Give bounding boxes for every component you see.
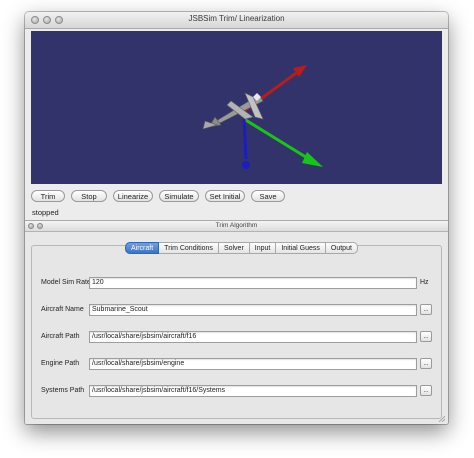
tab-aircraft[interactable]: Aircraft [125, 242, 160, 254]
tab-solver[interactable]: Solver [218, 242, 250, 254]
linearize-button[interactable]: Linearize [113, 190, 153, 202]
y-axis-line [243, 117, 310, 161]
y-axis-arrowhead [302, 152, 323, 167]
tab-trim-conditions[interactable]: Trim Conditions [159, 242, 219, 254]
model-sim-rate-input[interactable]: 120 [89, 277, 417, 289]
z-axis-endpoint [242, 161, 250, 169]
trim-panel-titlebar[interactable]: Trim Algorithm [25, 221, 448, 232]
aircraft-name-label: Aircraft Name [41, 306, 84, 313]
tab-bar: Aircraft Trim Conditions Solver Input In… [125, 242, 358, 254]
aircraft-path-label: Aircraft Path [41, 333, 80, 340]
set-initial-button[interactable]: Set Initial [205, 190, 245, 202]
status-text: stopped [32, 208, 59, 217]
simulate-button[interactable]: Simulate [159, 190, 199, 202]
window-titlebar[interactable]: JSBSim Trim/ Linearization [25, 12, 448, 29]
3d-viewport[interactable] [31, 31, 442, 184]
trim-algorithm-panel: Trim Algorithm Aircraft Trim Conditions … [25, 220, 448, 424]
z-axis-line [242, 118, 248, 160]
aircraft-path-browse-button[interactable]: ... [420, 331, 432, 342]
sim-rate-unit: Hz [420, 279, 429, 286]
resize-grip-icon[interactable] [437, 414, 445, 422]
aircraft-name-input[interactable]: Submarine_Scout [89, 304, 417, 316]
aircraft-scene [202, 65, 323, 169]
tab-output[interactable]: Output [325, 242, 358, 254]
engine-path-input[interactable]: /usr/local/share/jsbsim/engine [89, 358, 417, 370]
save-button[interactable]: Save [251, 190, 285, 202]
main-window: JSBSim Trim/ Linearization Trim Stop Lin… [25, 12, 448, 424]
engine-path-label: Engine Path [41, 360, 80, 367]
aircraft-name-browse-button[interactable]: ... [420, 304, 432, 315]
trim-panel-title: Trim Algorithm [215, 222, 258, 229]
model-sim-rate-label: Model Sim Rate [41, 279, 91, 286]
tab-input[interactable]: Input [249, 242, 277, 254]
aircraft-path-input[interactable]: /usr/local/share/jsbsim/aircraft/f16 [89, 331, 417, 343]
systems-path-input[interactable]: /usr/local/share/jsbsim/aircraft/f16/Sys… [89, 385, 417, 397]
stop-button[interactable]: Stop [71, 190, 107, 202]
window-title: JSBSim Trim/ Linearization [188, 14, 285, 23]
engine-path-browse-button[interactable]: ... [420, 358, 432, 369]
systems-path-browse-button[interactable]: ... [420, 385, 432, 396]
trim-button[interactable]: Trim [31, 190, 65, 202]
systems-path-label: Systems Path [41, 387, 85, 394]
tab-initial-guess[interactable]: Initial Guess [276, 242, 326, 254]
